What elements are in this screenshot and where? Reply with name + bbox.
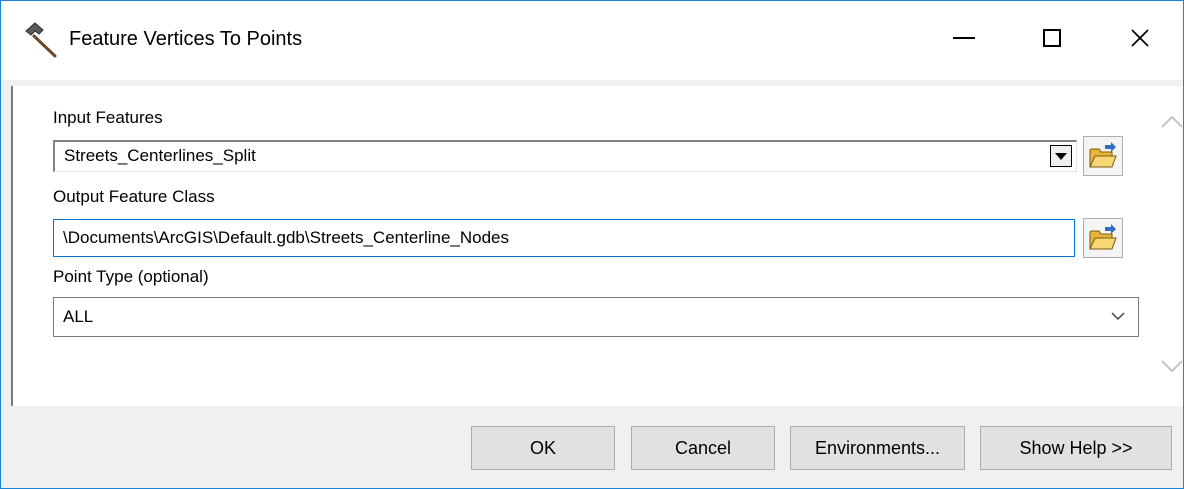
close-icon <box>1131 29 1149 47</box>
show-help-button[interactable]: Show Help >> <box>980 426 1172 470</box>
chevron-down-icon <box>1111 312 1125 321</box>
minimize-icon <box>953 37 975 39</box>
window-title: Feature Vertices To Points <box>69 28 303 50</box>
folder-open-icon <box>1089 142 1117 168</box>
dropdown-arrow-icon <box>1055 152 1067 160</box>
title-bar[interactable]: Feature Vertices To Points <box>1 1 1183 80</box>
input-features-value: Streets_Centerlines_Split <box>64 146 256 165</box>
scroll-up-icon[interactable] <box>1157 112 1184 132</box>
input-features-browse-button[interactable] <box>1083 136 1123 176</box>
input-features-dropdown-button[interactable] <box>1050 145 1072 167</box>
output-feature-class-input[interactable]: \Documents\ArcGIS\Default.gdb\Streets_Ce… <box>53 219 1075 257</box>
hammer-icon <box>25 22 57 58</box>
maximize-button[interactable] <box>1023 11 1081 65</box>
point-type-value: ALL <box>63 307 94 326</box>
tool-dialog: Feature Vertices To Points Input Feature… <box>0 0 1184 489</box>
output-feature-class-browse-button[interactable] <box>1083 218 1123 258</box>
parameters-panel: Input Features Streets_Centerlines_Split… <box>11 86 1183 406</box>
dialog-body: Input Features Streets_Centerlines_Split… <box>1 80 1183 488</box>
output-feature-class-label: Output Feature Class <box>53 187 215 206</box>
point-type-label: Point Type (optional) <box>53 267 209 286</box>
input-features-label: Input Features <box>53 108 163 127</box>
close-button[interactable] <box>1111 11 1169 65</box>
cancel-button[interactable]: Cancel <box>631 426 775 470</box>
input-features-combobox[interactable]: Streets_Centerlines_Split <box>53 140 1077 172</box>
environments-button[interactable]: Environments... <box>790 426 965 470</box>
folder-open-icon <box>1089 224 1117 250</box>
point-type-select[interactable]: ALL <box>53 297 1139 337</box>
ok-button[interactable]: OK <box>471 426 615 470</box>
minimize-button[interactable] <box>935 11 993 65</box>
output-feature-class-value: \Documents\ArcGIS\Default.gdb\Streets_Ce… <box>63 228 510 247</box>
scroll-down-icon[interactable] <box>1157 356 1184 376</box>
maximize-icon <box>1043 29 1061 47</box>
